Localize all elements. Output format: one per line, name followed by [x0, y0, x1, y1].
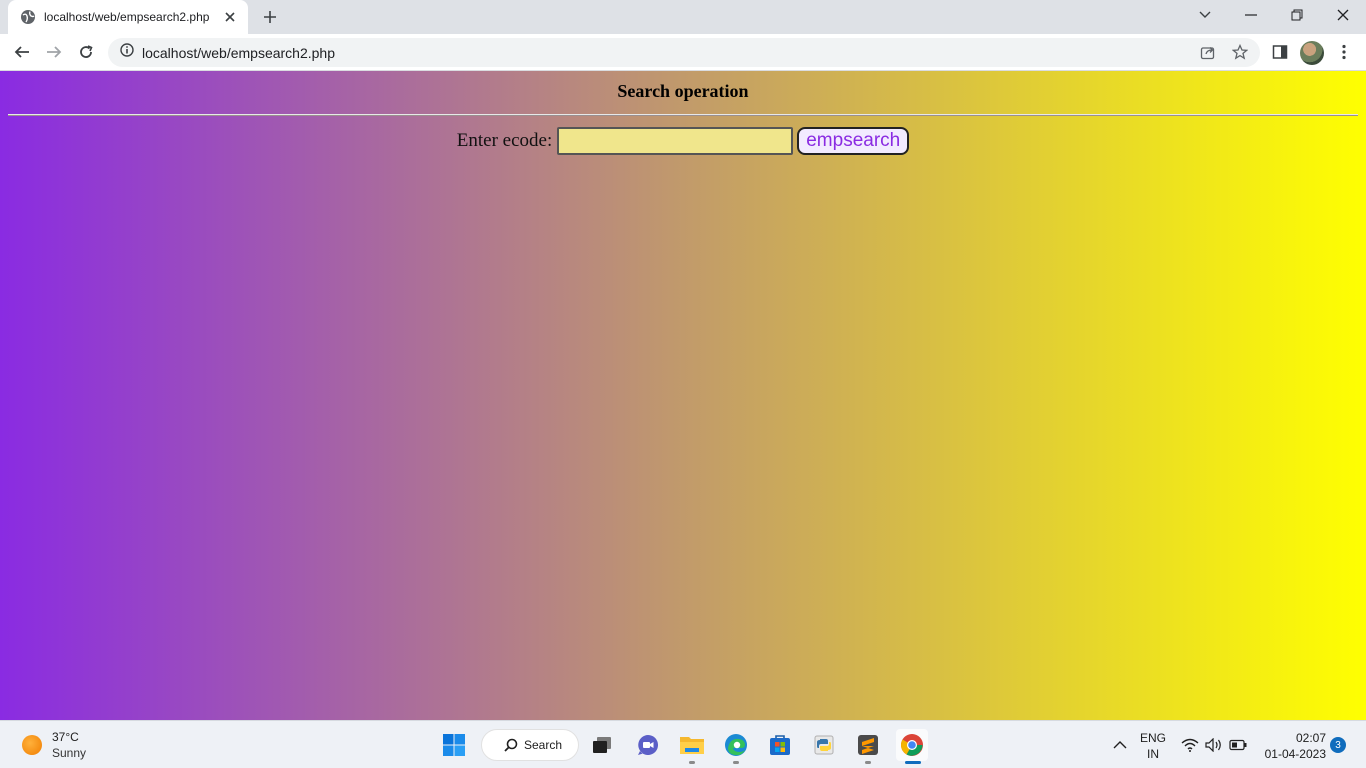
new-tab-button[interactable]: [258, 6, 282, 28]
edge-icon[interactable]: [720, 729, 752, 761]
weather-condition[interactable]: Sunny: [52, 746, 86, 760]
bookmark-star-icon[interactable]: [1226, 38, 1254, 66]
tab-title: localhost/web/empsearch2.php: [44, 10, 210, 24]
share-icon[interactable]: [1194, 38, 1222, 66]
search-icon: [504, 738, 518, 752]
battery-icon[interactable]: [1224, 729, 1252, 761]
browser-tab[interactable]: localhost/web/empsearch2.php: [8, 0, 248, 34]
running-indicator: [865, 761, 871, 764]
info-icon[interactable]: [120, 43, 134, 62]
task-view-icon[interactable]: [586, 729, 618, 761]
chevron-up-icon[interactable]: [1104, 729, 1136, 761]
start-icon[interactable]: [438, 729, 470, 761]
globe-icon: [20, 9, 36, 25]
restore-button[interactable]: [1274, 0, 1320, 30]
page-heading: Search operation: [617, 81, 749, 101]
forward-button[interactable]: [40, 38, 68, 66]
clock-time: 02:07: [1295, 731, 1326, 745]
empsearch-button[interactable]: empsearch: [797, 127, 910, 155]
chrome-icon[interactable]: [896, 729, 928, 761]
minimize-button[interactable]: [1228, 0, 1274, 30]
language-indicator[interactable]: ENG IN: [1139, 730, 1167, 762]
profile-avatar[interactable]: [1300, 41, 1324, 65]
browser-toolbar: localhost/web/empsearch2.php: [0, 34, 1366, 71]
store-icon[interactable]: [764, 729, 796, 761]
back-button[interactable]: [8, 38, 36, 66]
page-content: Search operation Enter ecode: empsearch: [0, 71, 1366, 720]
running-indicator: [689, 761, 695, 764]
sun-icon[interactable]: [22, 735, 42, 755]
language-region: IN: [1147, 747, 1159, 761]
notification-badge[interactable]: 3: [1330, 737, 1346, 753]
taskbar-search[interactable]: Search: [481, 729, 579, 761]
python-icon[interactable]: [808, 729, 840, 761]
sublime-text-icon[interactable]: [852, 729, 884, 761]
reload-button[interactable]: [72, 38, 100, 66]
taskbar-search-label: Search: [524, 738, 563, 752]
divider: [8, 114, 1358, 116]
ecode-label: Enter ecode:: [456, 130, 553, 151]
tab-strip: localhost/web/empsearch2.php: [0, 0, 1366, 34]
tab-close-icon[interactable]: [222, 9, 238, 25]
running-indicator: [733, 761, 739, 764]
weather-temperature[interactable]: 37°C: [52, 730, 79, 744]
taskbar: 37°C Sunny Search ENG IN 02:07 01-04-202…: [0, 720, 1366, 768]
chat-icon[interactable]: [632, 729, 664, 761]
search-form: Enter ecode: empsearch: [0, 127, 1366, 155]
tab-search-icon[interactable]: [1182, 0, 1228, 30]
close-window-button[interactable]: [1320, 0, 1366, 30]
address-url: localhost/web/empsearch2.php: [142, 44, 336, 61]
language-code: ENG: [1139, 731, 1166, 745]
side-panel-icon[interactable]: [1266, 38, 1294, 66]
clock[interactable]: 02:07 01-04-2023: [1258, 730, 1326, 762]
clock-date: 01-04-2023: [1264, 747, 1326, 761]
ecode-input[interactable]: [557, 127, 794, 155]
file-explorer-icon[interactable]: [676, 729, 708, 761]
menu-kebab-icon[interactable]: [1330, 38, 1358, 66]
address-bar[interactable]: localhost/web/empsearch2.php: [108, 38, 1260, 67]
active-indicator: [905, 761, 921, 764]
